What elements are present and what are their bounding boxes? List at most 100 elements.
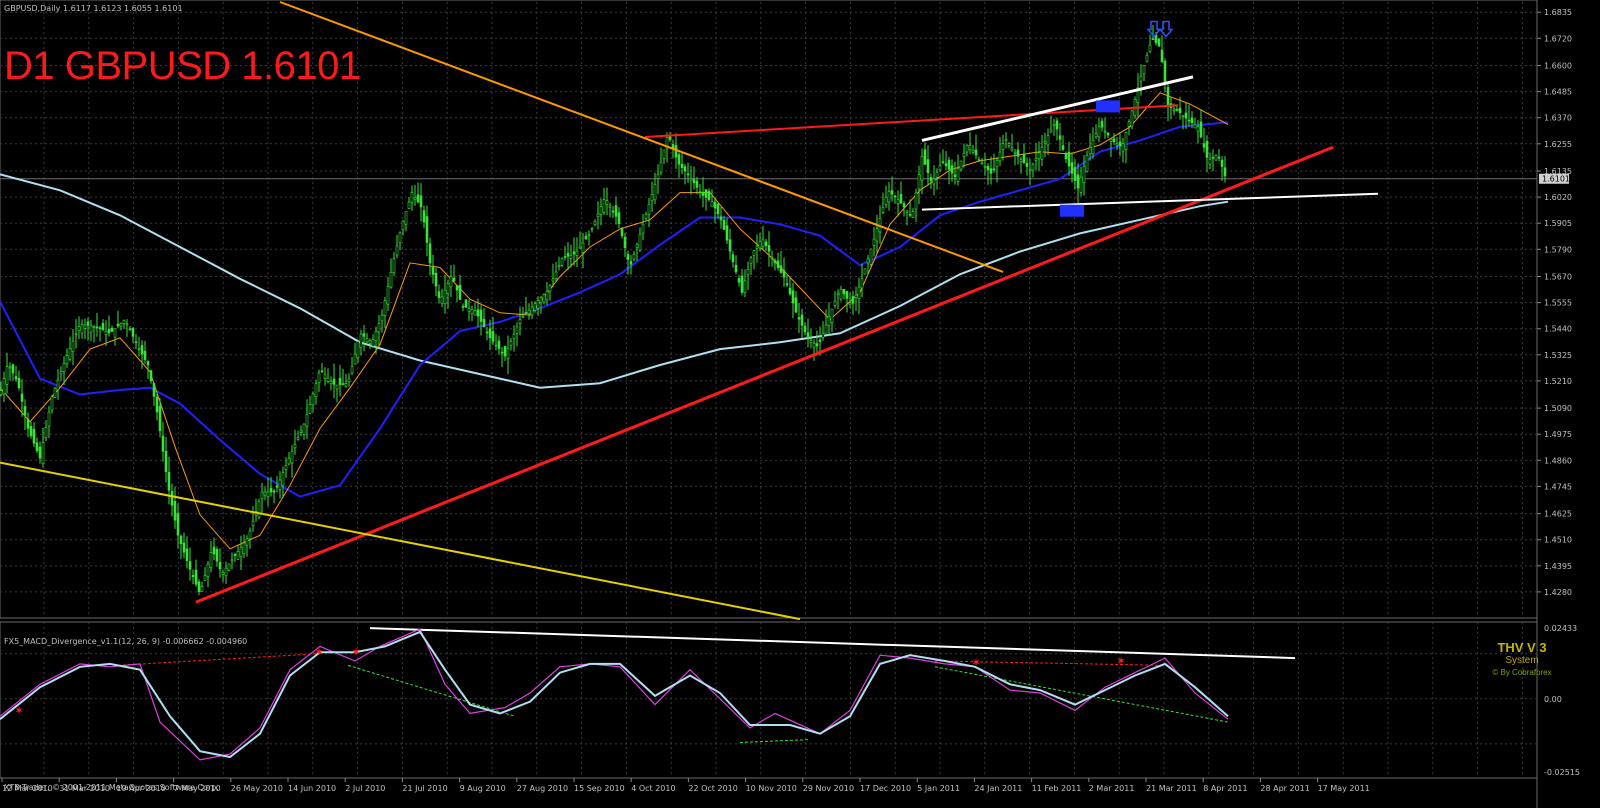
candle-body — [923, 149, 927, 165]
candle-body — [1142, 65, 1146, 74]
candle-body — [422, 210, 426, 223]
candle-body — [884, 196, 888, 205]
candle-body — [191, 575, 195, 578]
candle-body — [1148, 44, 1152, 52]
candle-body — [53, 388, 57, 398]
candle-body — [1220, 159, 1224, 167]
candle-body — [617, 212, 621, 225]
candle-body — [1178, 107, 1182, 114]
candle-body — [731, 254, 735, 263]
candle-body — [1103, 130, 1107, 133]
candle-body — [293, 444, 297, 449]
candle-body — [581, 242, 585, 253]
candle-body — [1196, 126, 1200, 132]
chart-grid — [0, 0, 1538, 808]
candle-body — [107, 328, 111, 334]
candle-body — [182, 542, 186, 553]
candle-body — [341, 383, 345, 385]
trendline-orange-down — [279, 1, 1004, 273]
candle-body — [1055, 120, 1059, 130]
candle-body — [233, 554, 237, 556]
candle-body — [401, 220, 405, 230]
candle-body — [128, 328, 132, 331]
price-tick-label: 1.5905 — [1544, 219, 1572, 228]
candle-body — [863, 268, 867, 275]
candle-body — [542, 294, 546, 303]
candle-body — [1208, 159, 1212, 165]
candle-body — [479, 309, 483, 322]
candle-body — [170, 491, 174, 506]
price-tick-label: 1.4860 — [1544, 456, 1572, 465]
candle-body — [1046, 135, 1050, 146]
candle-body — [887, 190, 891, 203]
candle-body — [998, 151, 1002, 162]
candle-body — [371, 339, 375, 347]
candle-body — [644, 213, 648, 219]
time-tick-label: 10 Nov 2010 — [746, 784, 797, 793]
candle-body — [770, 256, 774, 259]
candle-body — [281, 472, 285, 486]
price-tick-label: 1.6600 — [1544, 62, 1572, 71]
candle-body — [353, 353, 357, 365]
time-tick-label: 26 May 2010 — [231, 784, 283, 793]
candle-body — [44, 427, 48, 438]
candle-body — [1004, 139, 1008, 141]
candle-body — [1151, 38, 1155, 41]
candle-body — [845, 290, 849, 299]
down-arrow-icon — [1146, 20, 1162, 38]
time-tick-label: 15 Sep 2010 — [574, 784, 625, 793]
gbpusd-chart[interactable]: 1.6835 1.6720 1.6600 1.6485 1.6370 1.6255 1.61… — [0, 0, 1600, 808]
candle-body — [1205, 141, 1209, 158]
candle-body — [332, 378, 336, 385]
candle-body — [200, 586, 204, 592]
candle-body — [137, 348, 141, 350]
candle-body — [245, 538, 249, 546]
candle-body — [227, 563, 231, 571]
price-tick-label: 1.5555 — [1544, 299, 1572, 308]
candle-body — [929, 177, 933, 182]
candle-body — [986, 165, 990, 171]
candle-body — [815, 343, 819, 347]
candle-body — [698, 191, 702, 194]
candle-body — [839, 289, 843, 300]
candle-body — [395, 245, 399, 256]
candle-body — [101, 323, 105, 331]
candle-body — [1073, 167, 1077, 182]
candle-body — [866, 258, 870, 264]
candle-body — [410, 192, 414, 203]
price-candles — [0, 25, 1227, 595]
candle-body — [320, 370, 324, 373]
candle-body — [683, 166, 687, 172]
candle-body — [8, 366, 12, 369]
candle-body — [647, 203, 651, 215]
candle-body — [1193, 124, 1197, 129]
candle-body — [140, 345, 144, 355]
candle-body — [899, 193, 903, 204]
candle-body — [869, 248, 873, 265]
candle-body — [1037, 152, 1041, 160]
candle-body — [278, 479, 282, 490]
candle-body — [236, 551, 240, 560]
candle-body — [1121, 143, 1125, 152]
candle-body — [737, 278, 741, 283]
candle-body — [350, 366, 354, 374]
candle-body — [365, 338, 369, 343]
time-tick-label: 2 Mar 2011 — [1089, 784, 1135, 793]
candle-body — [440, 296, 444, 304]
candle-body — [329, 380, 333, 384]
candle-body — [830, 308, 834, 324]
candle-body — [437, 291, 441, 298]
candle-body — [500, 351, 504, 354]
price-tick-label: 1.6020 — [1544, 193, 1572, 202]
price-tick-label: 1.6485 — [1544, 88, 1572, 97]
candle-body — [932, 178, 936, 185]
candle-body — [377, 322, 381, 333]
macd-signal-line — [0, 628, 1229, 761]
candle-body — [473, 310, 477, 316]
candle-body — [1079, 176, 1083, 193]
candle-body — [572, 251, 576, 255]
candle-body — [248, 530, 252, 540]
candle-body — [494, 344, 498, 347]
candle-body — [1109, 138, 1113, 142]
price-tick-label: 1.5670 — [1544, 273, 1572, 282]
